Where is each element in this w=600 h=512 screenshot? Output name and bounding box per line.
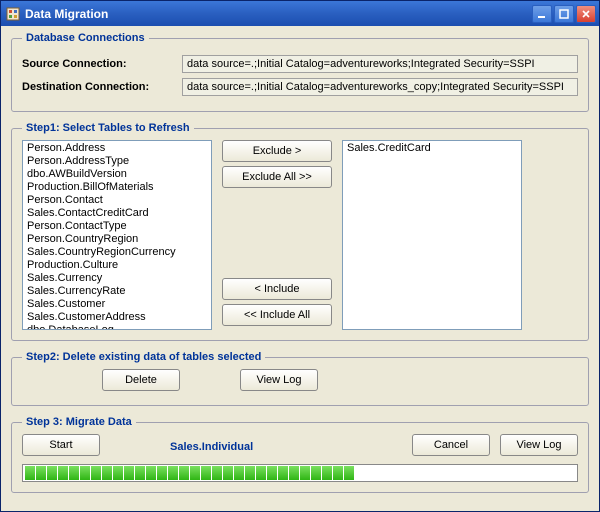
step3-viewlog-button[interactable]: View Log bbox=[500, 434, 578, 456]
progress-segment bbox=[58, 466, 68, 480]
progress-segment bbox=[333, 466, 343, 480]
progress-segment bbox=[201, 466, 211, 480]
minimize-button[interactable] bbox=[532, 5, 552, 23]
progress-segment bbox=[289, 466, 299, 480]
close-button[interactable] bbox=[576, 5, 596, 23]
start-button[interactable]: Start bbox=[22, 434, 100, 456]
progress-segment bbox=[344, 466, 354, 480]
progress-segment bbox=[135, 466, 145, 480]
progress-segment bbox=[36, 466, 46, 480]
maximize-button[interactable] bbox=[554, 5, 574, 23]
progress-segment bbox=[245, 466, 255, 480]
step3-group: Step 3: Migrate Data Start Sales.Individ… bbox=[11, 416, 589, 493]
progress-segment bbox=[80, 466, 90, 480]
delete-button[interactable]: Delete bbox=[102, 369, 180, 391]
list-item[interactable]: Sales.CountryRegionCurrency bbox=[23, 246, 211, 259]
list-item[interactable]: Sales.ContactCreditCard bbox=[23, 207, 211, 220]
progress-segment bbox=[212, 466, 222, 480]
progress-segment bbox=[157, 466, 167, 480]
list-item[interactable]: dbo.AWBuildVersion bbox=[23, 168, 211, 181]
source-connection-input[interactable] bbox=[182, 55, 578, 73]
minimize-icon bbox=[537, 9, 547, 19]
list-item[interactable]: Sales.Currency bbox=[23, 272, 211, 285]
progress-segment bbox=[179, 466, 189, 480]
list-item[interactable]: Sales.Customer bbox=[23, 298, 211, 311]
list-item[interactable]: Sales.CreditCard bbox=[343, 142, 521, 155]
progress-segment bbox=[146, 466, 156, 480]
progress-segment bbox=[223, 466, 233, 480]
progress-segment bbox=[102, 466, 112, 480]
content-area: Database Connections Source Connection: … bbox=[1, 26, 599, 511]
selected-tables-listbox[interactable]: Sales.CreditCard bbox=[342, 140, 522, 330]
list-item[interactable]: Person.ContactType bbox=[23, 220, 211, 233]
progress-segment bbox=[124, 466, 134, 480]
step1-legend: Step1: Select Tables to Refresh bbox=[22, 122, 194, 134]
include-button[interactable]: < Include bbox=[222, 278, 332, 300]
step2-group: Step2: Delete existing data of tables se… bbox=[11, 351, 589, 406]
migration-status-text: Sales.Individual bbox=[170, 441, 253, 453]
app-icon bbox=[6, 7, 20, 21]
progress-segment bbox=[113, 466, 123, 480]
progress-segment bbox=[311, 466, 321, 480]
app-window: Data Migration Database Connections Sour… bbox=[0, 0, 600, 512]
database-connections-group: Database Connections Source Connection: … bbox=[11, 32, 589, 112]
progress-segment bbox=[322, 466, 332, 480]
progress-segment bbox=[267, 466, 277, 480]
progress-bar bbox=[22, 464, 578, 482]
progress-segment bbox=[47, 466, 57, 480]
list-item[interactable]: Person.Address bbox=[23, 142, 211, 155]
step2-legend: Step2: Delete existing data of tables se… bbox=[22, 351, 265, 363]
maximize-icon bbox=[559, 9, 569, 19]
exclude-all-button[interactable]: Exclude All >> bbox=[222, 166, 332, 188]
available-tables-listbox[interactable]: Person.AddressPerson.AddressTypedbo.AWBu… bbox=[22, 140, 212, 330]
step1-group: Step1: Select Tables to Refresh Person.A… bbox=[11, 122, 589, 341]
progress-segment bbox=[25, 466, 35, 480]
progress-segment bbox=[91, 466, 101, 480]
destination-connection-label: Destination Connection: bbox=[22, 81, 182, 93]
progress-segment bbox=[69, 466, 79, 480]
titlebar: Data Migration bbox=[1, 1, 599, 26]
progress-segment bbox=[278, 466, 288, 480]
destination-connection-input[interactable] bbox=[182, 78, 578, 96]
close-icon bbox=[581, 9, 591, 19]
step3-legend: Step 3: Migrate Data bbox=[22, 416, 136, 428]
progress-segment bbox=[256, 466, 266, 480]
list-item[interactable]: Sales.CurrencyRate bbox=[23, 285, 211, 298]
exclude-button[interactable]: Exclude > bbox=[222, 140, 332, 162]
progress-segment bbox=[190, 466, 200, 480]
list-item[interactable]: Person.Contact bbox=[23, 194, 211, 207]
source-connection-label: Source Connection: bbox=[22, 58, 182, 70]
connections-legend: Database Connections bbox=[22, 32, 149, 44]
list-item[interactable]: Sales.CustomerAddress bbox=[23, 311, 211, 324]
progress-segment bbox=[168, 466, 178, 480]
progress-segment bbox=[300, 466, 310, 480]
list-item[interactable]: Production.Culture bbox=[23, 259, 211, 272]
list-item[interactable]: Person.CountryRegion bbox=[23, 233, 211, 246]
list-item[interactable]: Person.AddressType bbox=[23, 155, 211, 168]
include-all-button[interactable]: << Include All bbox=[222, 304, 332, 326]
list-item[interactable]: dbo.DatabaseLog bbox=[23, 324, 211, 330]
progress-segment bbox=[234, 466, 244, 480]
step2-viewlog-button[interactable]: View Log bbox=[240, 369, 318, 391]
cancel-button[interactable]: Cancel bbox=[412, 434, 490, 456]
list-item[interactable]: Production.BillOfMaterials bbox=[23, 181, 211, 194]
window-title: Data Migration bbox=[25, 7, 108, 21]
